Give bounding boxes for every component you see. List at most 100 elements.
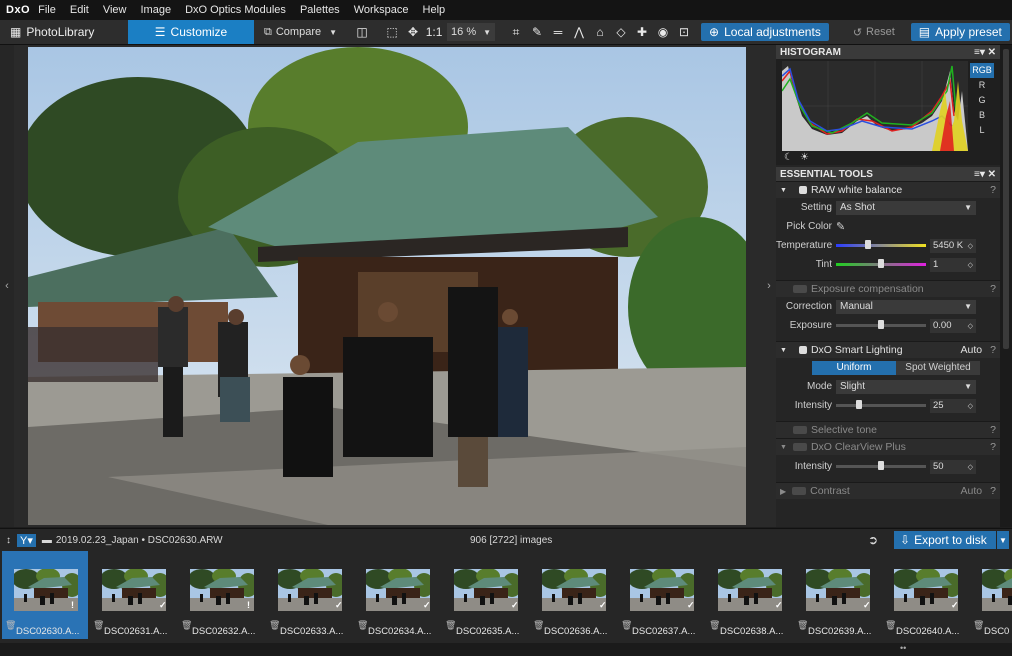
menu-view[interactable]: View [103,4,127,16]
perspective-8pt-icon[interactable]: ◇ [612,23,630,41]
lighting-intensity-field[interactable]: 25 ◇ [930,398,976,413]
chevron-down-icon[interactable]: ▼ [329,28,337,37]
channel-g[interactable]: G [970,93,994,108]
channel-l[interactable]: L [970,123,994,138]
perspective-rect-icon[interactable]: ⌂ [591,23,609,41]
split-view-icon[interactable]: ◫ [353,23,371,41]
help-icon[interactable]: ? [990,344,996,356]
horizon-icon[interactable]: ═ [549,23,567,41]
trash-icon[interactable]: 🗑 [5,620,16,631]
local-adjustments-button[interactable]: ⊕ Local adjustments [701,23,829,41]
filmstrip-scrollbar[interactable]: •• [0,643,1012,656]
wb-setting-select[interactable]: As Shot ▼ [836,200,976,215]
tint-knob[interactable] [878,259,884,268]
menu-image[interactable]: Image [140,4,171,16]
apply-preset-button[interactable]: ▤ Apply preset [910,23,1010,41]
eye-icon[interactable]: ◉ [654,23,672,41]
resize-handle-icon[interactable]: •• [900,643,906,653]
filter-icon[interactable]: Y▾ [17,533,36,547]
filmstrip-thumbnail[interactable]: 🗑 ✓ DSC02638.A... [706,551,792,639]
tab-photolibrary[interactable]: ▦ PhotoLibrary [0,20,128,44]
zoom-select[interactable]: 16 % ▼ [447,23,496,41]
filmstrip-thumbnail[interactable]: 🗑 ✓ DSC02639.A... [794,551,880,639]
eyedropper-icon[interactable]: ✎ [528,23,546,41]
section-raw-white-balance[interactable]: ▼ RAW white balance ? [776,181,1000,198]
section-smart-lighting[interactable]: ▼ DxO Smart Lighting Auto ? [776,341,1000,358]
tint-slider[interactable] [836,259,926,268]
panel-menu-close-icon[interactable]: ≡▾ ✕ [974,169,996,180]
filmstrip-thumbnail[interactable]: 🗑 ✓ DSC02635.A... [442,551,528,639]
one-to-one-button[interactable]: 1:1 [425,23,443,41]
help-icon[interactable]: ? [990,485,996,497]
clearview-intensity-knob[interactable] [878,461,884,470]
section-toggle[interactable] [798,186,807,194]
filmstrip-thumbnail[interactable]: 🗑 ✓ DSC02633.A... [266,551,352,639]
lighting-intensity-slider[interactable] [836,400,926,409]
left-panel-toggle[interactable]: ‹ [0,45,14,527]
filmstrip-thumbnail[interactable]: 🗑 ! DSC02632.A... [178,551,264,639]
export-to-disk-button[interactable]: ⇩ Export to disk [894,531,996,549]
uniform-button[interactable]: Uniform [812,360,896,375]
help-icon[interactable]: ? [990,283,996,295]
section-toggle[interactable] [792,487,807,495]
channel-rgb[interactable]: RGB [970,63,994,78]
help-icon[interactable]: ? [990,184,996,196]
filmstrip-thumbnail[interactable]: 🗑 ✓ DSC02631.A... [90,551,176,639]
sun-icon[interactable]: ☀ [800,152,809,163]
filmstrip-thumbnail[interactable]: 🗑 ! DSC02630.A... [2,551,88,639]
tab-customize[interactable]: ☰ Customize [128,20,254,44]
move-icon[interactable]: ✥ [404,23,422,41]
compare-button[interactable]: ⧉ Compare ▼ [258,23,343,41]
section-toggle[interactable] [793,285,807,293]
trash-icon[interactable]: 🗑 [709,620,720,631]
exposure-knob[interactable] [878,320,884,329]
temperature-value-field[interactable]: 5450 K ◇ [930,238,976,253]
lighting-intensity-knob[interactable] [855,400,862,409]
trash-icon[interactable]: 🗑 [797,620,808,631]
trash-icon[interactable]: 🗑 [445,620,456,631]
filmstrip-thumbnail[interactable]: 🗑 ✓ DSC02637.A... [618,551,704,639]
eyedropper-icon[interactable]: ✎ [836,220,845,233]
section-toggle[interactable] [793,426,807,434]
lighting-mode-select[interactable]: Slight ▼ [836,379,976,394]
menu-file[interactable]: File [38,4,56,16]
section-selective-tone[interactable]: Selective tone ? [776,421,1000,438]
trash-icon[interactable]: 🗑 [181,620,192,631]
filmstrip-thumbnail[interactable]: 🗑 ✓ DSC02636.A... [530,551,616,639]
reset-button[interactable]: ↺ Reset [847,23,901,41]
stepper-icon[interactable]: ◇ [968,261,973,269]
filmstrip-thumbnail[interactable]: 🗑 DSC0 [970,551,1012,639]
fit-screen-icon[interactable]: ⬚ [383,23,401,41]
trash-icon[interactable]: 🗑 [357,620,368,631]
section-contrast[interactable]: ▶ Contrast Auto ? [776,482,1000,499]
panel-menu-close-icon[interactable]: ≡▾ ✕ [974,47,996,58]
trash-icon[interactable]: 🗑 [973,620,984,631]
stepper-icon[interactable]: ◇ [968,322,973,330]
help-icon[interactable]: ? [990,441,996,453]
spot-weighted-button[interactable]: Spot Weighted [896,360,980,375]
menu-edit[interactable]: Edit [70,4,89,16]
section-toggle[interactable] [798,346,807,354]
perspective-icon[interactable]: ⋀ [570,23,588,41]
temperature-knob[interactable] [864,240,871,249]
stepper-icon[interactable]: ◇ [968,463,973,471]
export-options-chevron-icon[interactable]: ▼ [997,531,1009,549]
filmstrip-thumbnail[interactable]: 🗑 ✓ DSC02634.A... [354,551,440,639]
arrow-circle-icon[interactable]: ➲ [868,533,878,547]
chevron-right-icon[interactable]: ▶ [780,487,786,496]
menu-workspace[interactable]: Workspace [354,4,409,16]
menu-palettes[interactable]: Palettes [300,4,340,16]
chevron-down-icon[interactable]: ▼ [780,444,787,451]
channel-r[interactable]: R [970,78,994,93]
trash-icon[interactable]: 🗑 [93,620,104,631]
stepper-icon[interactable]: ◇ [968,402,973,410]
exposure-slider[interactable] [836,320,926,329]
exposure-value-field[interactable]: 0.00 ◇ [930,318,976,333]
right-panel-toggle[interactable]: › [762,45,776,527]
help-icon[interactable]: ? [990,424,996,436]
stepper-icon[interactable]: ◇ [968,242,973,250]
section-exposure-compensation[interactable]: Exposure compensation ? [776,280,1000,297]
panel-scrollbar[interactable] [1000,45,1012,527]
chevron-down-icon[interactable]: ▼ [780,347,787,354]
moon-icon[interactable]: ☾ [784,152,793,163]
